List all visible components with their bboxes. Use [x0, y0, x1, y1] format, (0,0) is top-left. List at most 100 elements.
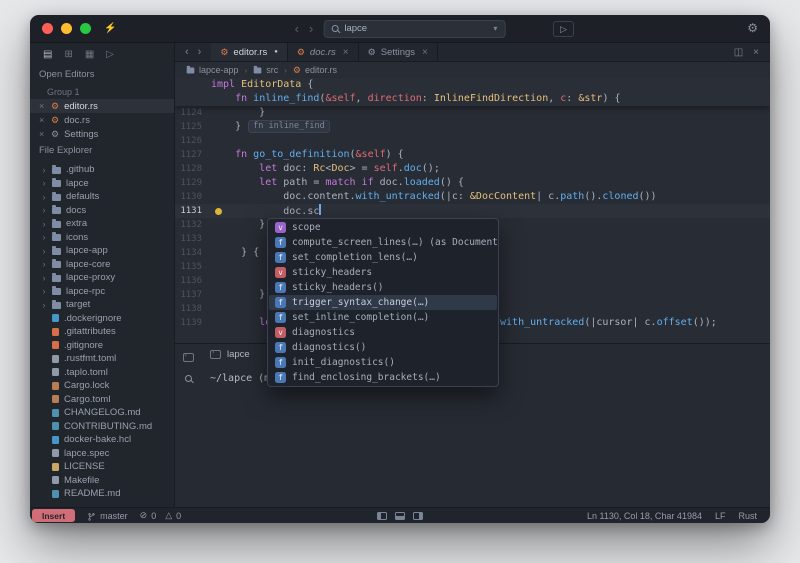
tree-item[interactable]: .dockerignore [30, 312, 174, 326]
completion-item[interactable]: f find_enclosing_brackets(…) [269, 370, 497, 385]
tree-item[interactable]: .gitattributes [30, 325, 174, 339]
search-panel-icon[interactable] [184, 375, 192, 382]
maximize-window-button[interactable] [80, 23, 91, 34]
editor-tab[interactable]: ⚙ editor.rs ● [211, 43, 288, 61]
tree-item[interactable]: › lapce-app [30, 244, 174, 258]
tree-item[interactable]: › lapce-core [30, 258, 174, 272]
line-number: 1129 [180, 178, 202, 188]
language-mode[interactable]: Rust [738, 511, 757, 521]
settings-gear-icon[interactable]: ⚙ [747, 22, 758, 34]
minimize-window-button[interactable] [61, 23, 72, 34]
open-editor-item[interactable]: × ⚙ editor.rs [30, 99, 174, 113]
completion-item[interactable]: f sticky_headers() [269, 280, 497, 295]
chevron-right-icon: › [42, 218, 46, 229]
problems-indicator[interactable]: ⊘ 0 △ 0 [140, 510, 182, 521]
completion-item[interactable]: f diagnostics() [269, 340, 497, 355]
tree-item[interactable]: › lapce-proxy [30, 271, 174, 285]
toggle-right-panel-icon[interactable] [413, 511, 423, 520]
completion-item[interactable]: f init_diagnostics() [269, 355, 497, 370]
file-explorer-header[interactable]: File Explorer [30, 141, 174, 160]
close-editor-icon[interactable]: × [753, 47, 759, 58]
tree-item-label: extra [66, 218, 88, 230]
search-icon [331, 25, 339, 32]
tree-item-label: .gitattributes [64, 326, 116, 338]
rust-file-icon: ⚙ [51, 114, 60, 125]
completion-item[interactable]: v diagnostics [269, 325, 497, 340]
sticky-headers: impl EditorData { fn inline_find(&self, … [175, 78, 770, 106]
close-icon[interactable]: × [422, 47, 428, 58]
line-ending[interactable]: LF [715, 511, 726, 521]
tree-item[interactable]: Cargo.toml [30, 393, 174, 407]
window-controls [42, 23, 91, 34]
mode-badge[interactable]: Insert [32, 509, 76, 522]
tree-item[interactable]: lapce.spec [30, 447, 174, 461]
breadcrumb-item[interactable]: src [253, 65, 278, 75]
tabs-back-icon[interactable]: ‹ [185, 46, 189, 58]
tree-item[interactable]: Cargo.lock [30, 379, 174, 393]
tree-item[interactable]: › icons [30, 231, 174, 245]
cursor-position[interactable]: Ln 1130, Col 18, Char 41984 [587, 511, 702, 521]
tree-item[interactable]: Makefile [30, 474, 174, 488]
file-icon [52, 435, 59, 444]
tree-item[interactable]: docker-bake.hcl [30, 433, 174, 447]
open-editors-header[interactable]: Open Editors [30, 65, 174, 84]
debug-icon[interactable]: ▷ [106, 49, 114, 60]
terminal-panel-icon[interactable] [182, 352, 194, 362]
completion-kind-icon: f [275, 357, 286, 368]
completion-popup: v scope f compute_screen_lines(…) (as Docum… [267, 218, 499, 387]
git-branch-indicator[interactable]: master [87, 511, 128, 521]
completion-item[interactable]: v scope [269, 220, 497, 235]
editor-tabbar: ‹ › ⚙ editor.rs ● ⚙ doc.rs × ⚙ Settings × ◫ × [175, 43, 770, 62]
code-action-lightbulb-icon[interactable] [215, 207, 222, 215]
tabs-forward-icon[interactable]: › [198, 46, 202, 58]
run-button[interactable]: ▷ [553, 21, 574, 37]
tree-item[interactable]: › lapce [30, 177, 174, 191]
editor-tab[interactable]: ⚙ Settings × [359, 43, 438, 61]
remote-connection-icon[interactable]: ⚡ [104, 23, 116, 34]
tree-item[interactable]: .gitignore [30, 339, 174, 353]
breadcrumb-item[interactable]: ⚙ editor.rs [293, 65, 337, 75]
tree-item[interactable]: › .github [30, 163, 174, 177]
tree-item[interactable]: LICENSE [30, 460, 174, 474]
breadcrumb-item[interactable]: lapce-app [186, 65, 239, 75]
line-number: 1133 [180, 234, 202, 244]
tree-item[interactable]: › lapce-rpc [30, 285, 174, 299]
toggle-left-panel-icon[interactable] [377, 511, 387, 520]
completion-item[interactable]: f trigger_syntax_change(…) [269, 295, 497, 310]
tree-item-label: lapce.spec [64, 447, 110, 459]
tree-item[interactable]: .taplo.toml [30, 366, 174, 380]
command-palette[interactable]: lapce ▾ [323, 19, 506, 38]
close-icon[interactable]: × [39, 115, 46, 125]
tree-item[interactable]: .rustfmt.toml [30, 352, 174, 366]
explorer-icon[interactable]: ▤ [43, 49, 52, 60]
completion-item[interactable]: f set_inline_completion(…) [269, 310, 497, 325]
tab-strip: ⚙ editor.rs ● ⚙ doc.rs × ⚙ Settings × [211, 43, 438, 61]
editor-tab[interactable]: ⚙ doc.rs × [288, 43, 359, 61]
nav-back-icon[interactable]: ‹ [295, 22, 299, 35]
tree-item[interactable]: › extra [30, 217, 174, 231]
completion-item[interactable]: v sticky_headers [269, 265, 497, 280]
completion-item[interactable]: f compute_screen_lines(…) (as Document) [269, 235, 497, 250]
open-editor-item[interactable]: × ⚙ doc.rs [30, 113, 174, 127]
close-icon[interactable]: × [343, 47, 349, 58]
terminal-tab[interactable]: lapce [201, 344, 259, 364]
open-editor-item[interactable]: × ⚙ Settings [30, 127, 174, 141]
source-control-icon[interactable]: ▦ [85, 49, 94, 60]
tree-item[interactable]: CONTRIBUTING.md [30, 420, 174, 434]
close-icon[interactable]: × [39, 129, 46, 139]
toggle-bottom-panel-icon[interactable] [395, 511, 405, 520]
tree-item[interactable]: › docs [30, 204, 174, 218]
tree-item[interactable]: › defaults [30, 190, 174, 204]
tree-item[interactable]: README.md [30, 487, 174, 501]
split-editor-icon[interactable]: ◫ [734, 47, 743, 58]
plugin-icon[interactable]: ⊞ [64, 49, 72, 60]
close-icon[interactable]: × [39, 101, 46, 111]
tree-item[interactable]: › target [30, 298, 174, 312]
breadcrumb-label: lapce-app [199, 65, 239, 75]
close-window-button[interactable] [42, 23, 53, 34]
nav-forward-icon[interactable]: › [309, 22, 313, 35]
line-number: 1131 [180, 206, 202, 216]
tree-item[interactable]: CHANGELOG.md [30, 406, 174, 420]
completion-item[interactable]: f set_completion_lens(…) [269, 250, 497, 265]
sticky-line: impl EditorData { [175, 78, 770, 92]
